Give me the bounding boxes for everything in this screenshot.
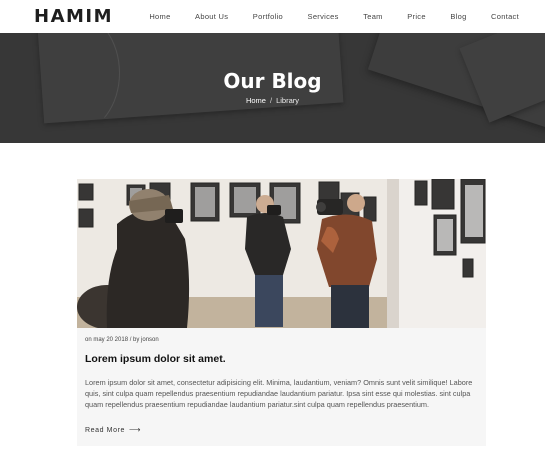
post-image[interactable] — [77, 179, 486, 328]
page-title: Our Blog — [223, 69, 322, 93]
nav-team[interactable]: Team — [363, 12, 383, 21]
main-nav: Home About Us Portfolio Services Team Pr… — [149, 0, 519, 33]
nav-contact[interactable]: Contact — [491, 12, 519, 21]
nav-blog[interactable]: Blog — [450, 12, 466, 21]
blog-post-card: on may 20 2018 / by jonson Lorem ipsum d… — [77, 179, 486, 446]
nav-home[interactable]: Home — [149, 12, 170, 21]
breadcrumb: Home / Library — [0, 96, 545, 105]
read-more-label: Read More — [85, 426, 126, 434]
read-more-link[interactable]: Read More ⟶ — [85, 426, 141, 434]
page-hero: Our Blog Home / Library — [0, 33, 545, 143]
nav-price[interactable]: Price — [407, 12, 426, 21]
site-header: HAMIM Home About Us Portfolio Services T… — [0, 0, 545, 33]
arrow-right-icon: ⟶ — [129, 425, 142, 434]
nav-portfolio[interactable]: Portfolio — [253, 12, 283, 21]
nav-services[interactable]: Services — [308, 12, 339, 21]
post-excerpt: Lorem ipsum dolor sit amet, consectetur … — [85, 378, 473, 409]
post-meta: on may 20 2018 / by jonson — [85, 337, 159, 343]
breadcrumb-current: Library — [276, 96, 300, 105]
breadcrumb-separator: / — [269, 96, 273, 105]
post-title[interactable]: Lorem ipsum dolor sit amet. — [85, 353, 226, 365]
nav-about-us[interactable]: About Us — [195, 12, 228, 21]
site-logo[interactable]: HAMIM — [34, 6, 113, 27]
post-image-illustration — [77, 179, 486, 328]
breadcrumb-home[interactable]: Home — [246, 96, 266, 105]
